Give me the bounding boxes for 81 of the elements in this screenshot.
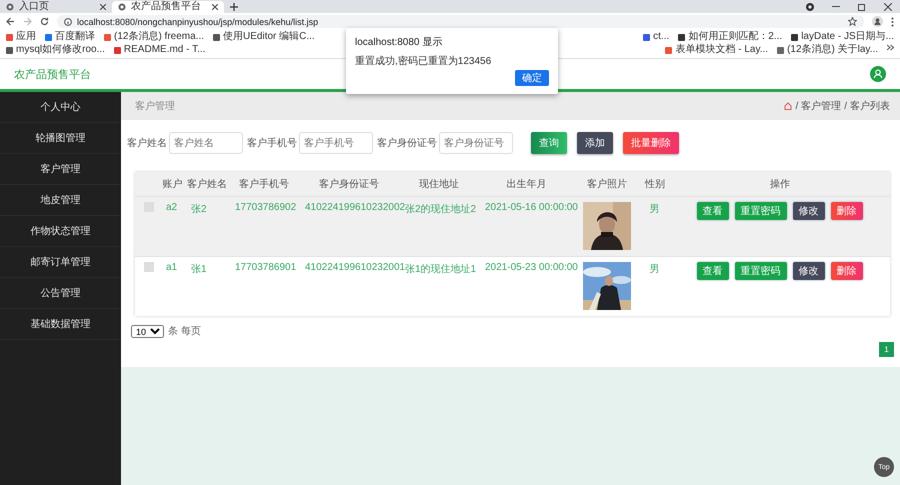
user-avatar-icon[interactable] <box>870 66 886 82</box>
browser-tab[interactable]: 农产品预售平台 <box>112 1 224 13</box>
bookmark[interactable]: (12条消息) 关于lay... <box>777 44 878 56</box>
page-size-label: 条 每页 <box>168 325 201 338</box>
table-cell: 410224199610232002 <box>305 202 406 213</box>
breadcrumb-link[interactable]: 客户管理 <box>801 99 842 113</box>
table-cell: 张2的现住地址2 <box>405 204 476 215</box>
restore-icon[interactable] <box>858 2 866 10</box>
page-title: 客户管理 <box>135 100 175 113</box>
close-icon[interactable] <box>100 4 106 10</box>
bookmark[interactable]: layDate - JS日期与... <box>791 31 894 43</box>
table-cell: 17703786901 <box>235 262 296 273</box>
table-cell: a1 <box>166 262 178 273</box>
column-header: 客户照片 <box>587 179 627 190</box>
bookmark[interactable]: 应用 <box>6 31 36 43</box>
dialog-title: localhost:8080 显示 <box>355 37 442 48</box>
bookmark[interactable]: 百度翻译 <box>45 31 95 43</box>
edit-button[interactable]: 修改 <box>792 202 824 220</box>
table-cell: 2021-05-16 00:00:00 <box>485 202 578 213</box>
site-title: 农产品预售平台 <box>14 68 91 82</box>
ok-button[interactable]: 确定 <box>515 70 549 86</box>
table-cell: 张2 <box>191 204 207 215</box>
search-field[interactable]: 客户手机号 <box>299 132 373 154</box>
close-icon[interactable] <box>212 4 218 10</box>
dialog-message: 重置成功,密码已重置为123456 <box>355 54 492 68</box>
table-row[interactable]: a1 张1 17703786901 410224199610232001张1的现住地址1 2021-05-23 00:00:00 男 查看 重置密码 修改 删除 <box>135 256 890 316</box>
table-cell: 男 <box>650 264 660 275</box>
table-cell: 张1 <box>191 264 207 275</box>
address-field[interactable]: localhost:8080/nongchanpinyushou/jsp/modules/kehu/list.jsp <box>57 15 864 28</box>
table-cell: 男 <box>650 204 660 215</box>
minimize-icon[interactable] <box>832 6 840 8</box>
field-label: 客户姓名 <box>127 136 167 150</box>
column-header: 账户 <box>162 179 182 190</box>
column-header: 客户身份证号 <box>319 179 379 190</box>
more-icon[interactable] <box>887 44 894 51</box>
breadcrumb-link[interactable]: 客户列表 <box>850 99 890 113</box>
search-button[interactable]: 查询 <box>531 132 567 154</box>
reload-icon[interactable] <box>40 17 49 26</box>
search-field[interactable]: 客户姓名 <box>169 132 243 154</box>
bookmark[interactable]: ct... <box>643 31 670 43</box>
bookmark[interactable]: (12条消息) freema... <box>104 31 204 43</box>
table-cell: 410224199610232001 <box>305 262 406 273</box>
edit-button[interactable]: 修改 <box>792 262 824 280</box>
search-field[interactable]: 客户身份证号 <box>439 132 513 154</box>
breadcrumb-separator: / <box>844 100 847 112</box>
home-icon[interactable] <box>784 102 792 110</box>
delete-button[interactable]: 批量删除 <box>623 132 679 154</box>
column-header: 操作 <box>770 179 790 190</box>
table-row[interactable]: a2 张2 17703786902 410224199610232002张2的现住地址2 2021-05-16 00:00:00 男 查看 重置密码 修改 删除 <box>135 196 890 256</box>
record-icon[interactable] <box>806 2 814 10</box>
info-icon <box>64 18 72 26</box>
row-checkbox[interactable] <box>144 262 154 272</box>
bookmark[interactable]: README.md - T... <box>114 44 206 56</box>
column-header: 性别 <box>645 179 665 190</box>
table-cell: 17703786902 <box>235 202 296 213</box>
bookmark[interactable]: mysql如何修改roo... <box>6 44 105 56</box>
table-cell: 张1的现住地址1 <box>405 264 476 275</box>
delete-button[interactable]: 删除 <box>830 202 862 220</box>
add-button[interactable]: 添加 <box>577 132 613 154</box>
delete-button[interactable]: 删除 <box>830 262 862 280</box>
field-label: 客户手机号 <box>247 136 297 150</box>
browser-tab[interactable]: 入口页 <box>0 1 112 13</box>
new-tab-icon[interactable] <box>230 2 238 10</box>
page-button[interactable]: 1 <box>879 342 894 357</box>
bookmark[interactable]: 表单模块文档 - Lay... <box>665 44 768 56</box>
menu-icon[interactable] <box>891 16 894 26</box>
profile-icon[interactable] <box>872 16 883 27</box>
bookmark[interactable]: 使用UEditor 编辑C... <box>213 31 315 43</box>
bookmark[interactable]: 如何用正则匹配：2... <box>678 31 782 43</box>
star-icon[interactable] <box>848 17 857 26</box>
table-cell: a2 <box>166 202 178 213</box>
breadcrumb-separator: / <box>795 100 798 112</box>
column-header: 客户手机号 <box>239 179 289 190</box>
column-header: 出生年月 <box>506 179 546 190</box>
close-icon[interactable] <box>884 2 892 10</box>
field-label: 客户身份证号 <box>377 136 437 150</box>
page-size-select[interactable]: 10 <box>131 324 164 338</box>
table-cell: 2021-05-23 00:00:00 <box>485 262 578 273</box>
column-header: 现住地址 <box>419 179 459 190</box>
back-icon[interactable] <box>6 17 15 26</box>
column-header: 客户姓名 <box>187 179 227 190</box>
